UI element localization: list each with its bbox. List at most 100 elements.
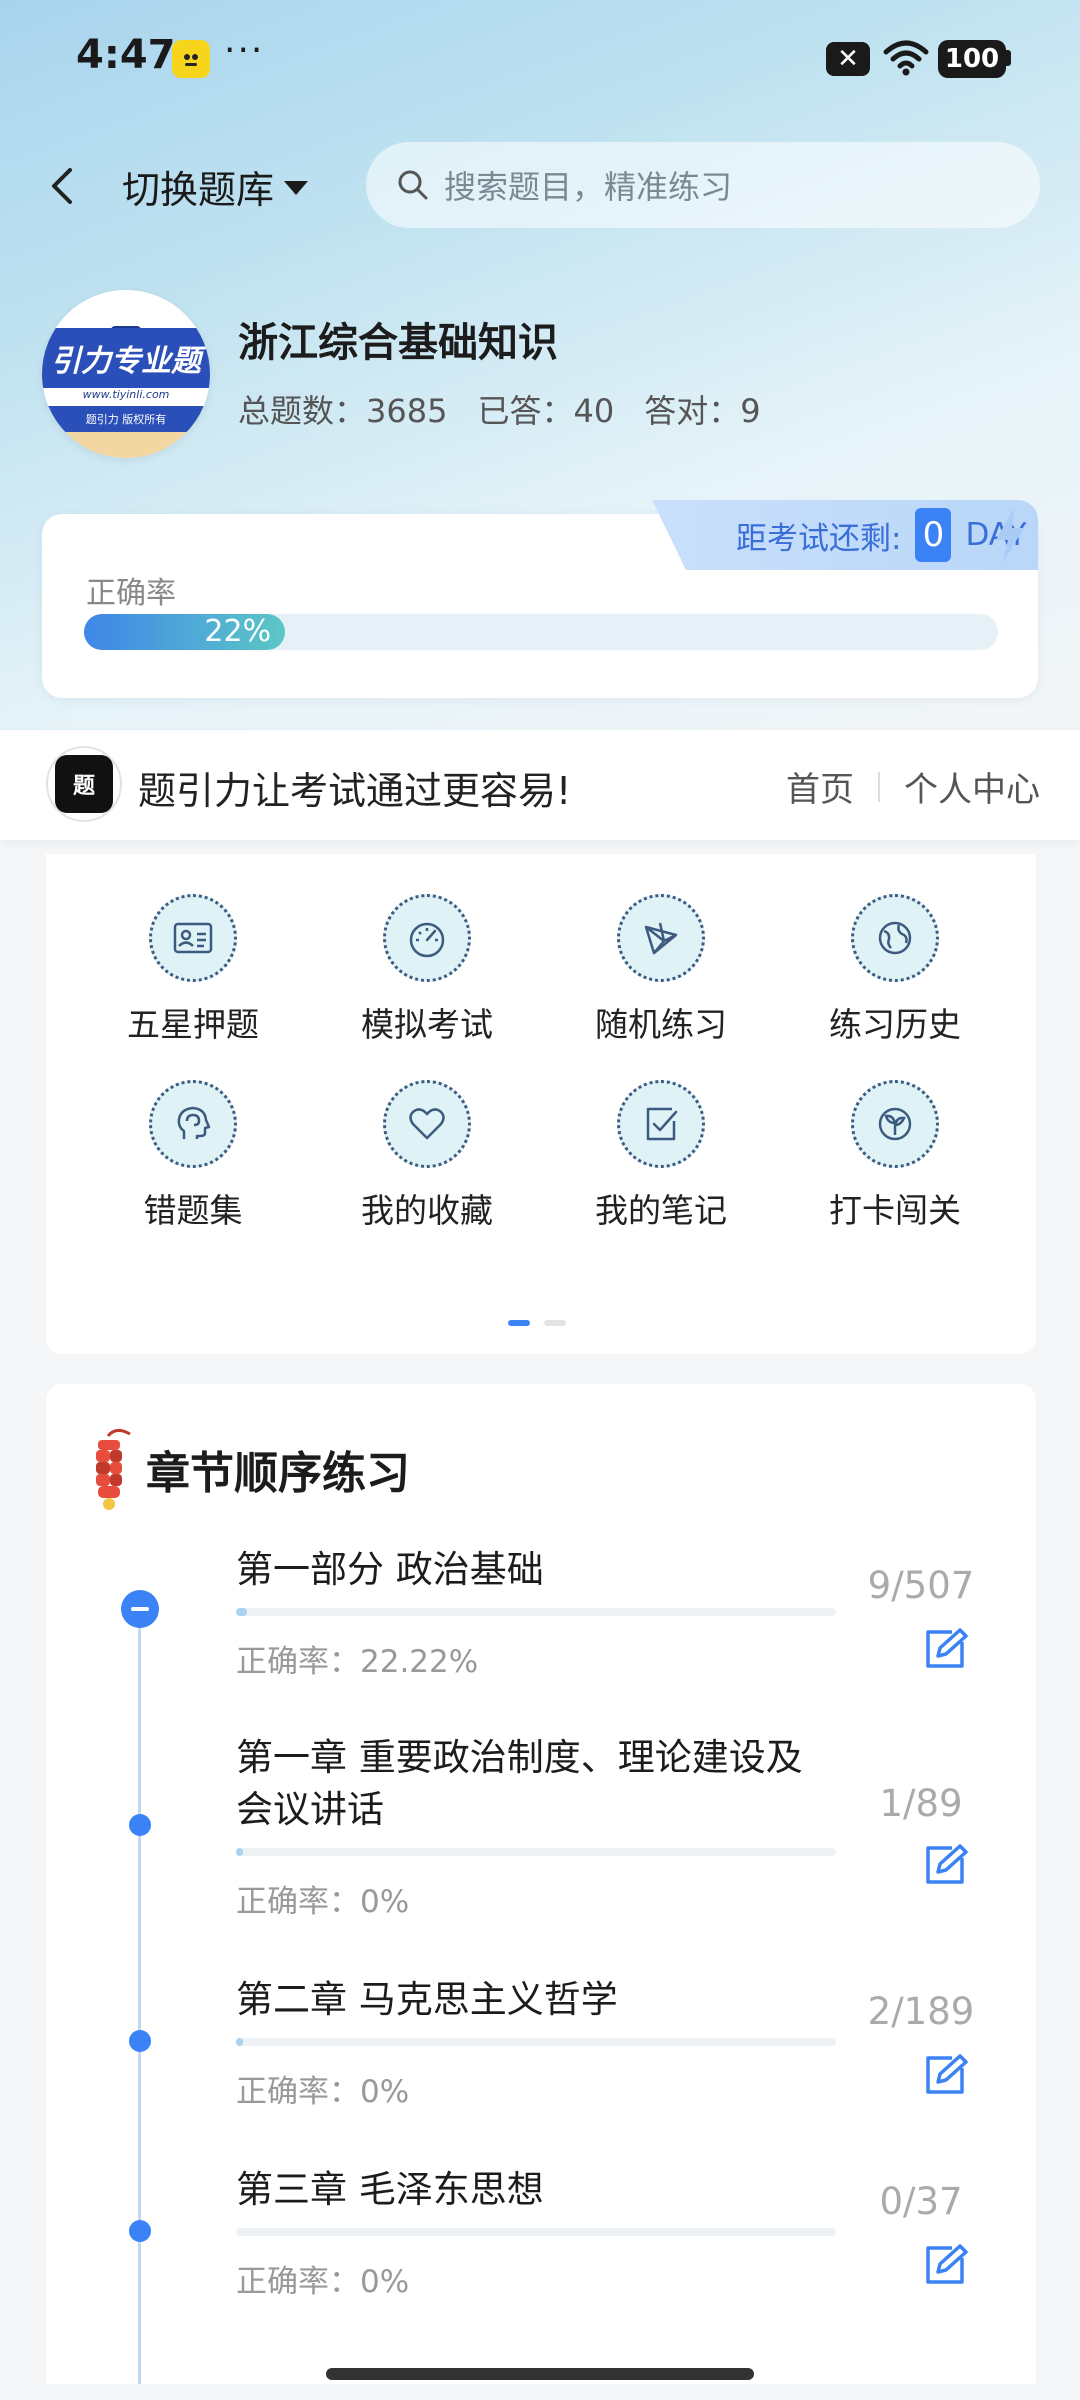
gauge-icon (383, 894, 471, 982)
question-bank-info: ▣ 引力专业题 www.tiyinli.com 题引力 版权所有 浙江综合基础知… (0, 290, 1080, 460)
brand-nav: 首页 个人中心 (786, 762, 1040, 811)
countdown-value: 0 (915, 508, 952, 562)
bank-title: 浙江综合基础知识 (238, 320, 558, 366)
accuracy-card: 距考试还剩: 0 DAY 正确率 22% (42, 500, 1038, 698)
brand-bar: 题 题引力让考试通过更容易! 首页 个人中心 (0, 730, 1080, 840)
brand-logo-icon: 题 (55, 755, 113, 813)
chapter-item[interactable]: 第二章 马克思主义哲学 正确率：0% 2/189 (236, 1974, 1006, 2111)
top-bar: 切换题库 搜索题目，精准练习 (0, 140, 1080, 230)
chapter-name: 第一部分 政治基础 (236, 1548, 544, 1591)
brand-slogan: 题引力让考试通过更容易! (138, 769, 572, 813)
feature-grid: 五星押题 模拟考试 随机练习 练习历史 错题集 我的收藏 我的笔记 打卡闯关 (76, 894, 1012, 1232)
status-time: 4:47 (76, 32, 176, 78)
back-arrow-icon[interactable] (40, 162, 88, 210)
timeline-dot (129, 2030, 151, 2052)
feature-history[interactable]: 练习历史 (778, 894, 1012, 1046)
wifi-icon (882, 38, 930, 82)
timeline-dot (129, 2220, 151, 2242)
edit-icon[interactable] (922, 1842, 968, 1888)
chapter-item[interactable]: 第三章 毛泽东思想 正确率：0% 0/37 (236, 2164, 1006, 2301)
no-sim-icon: ✕ (826, 42, 870, 76)
chapter-accuracy: 正确率：22.22% (236, 1644, 479, 1680)
feature-five-star[interactable]: 五星押题 (76, 894, 310, 1046)
lightning-icon (996, 508, 1024, 564)
chapter-item[interactable]: 第一章 重要政治制度、理论建设及会议讲话 正确率：0% 1/89 (236, 1732, 1006, 1921)
home-indicator[interactable] (326, 2368, 754, 2380)
feature-label: 错题集 (143, 1191, 243, 1230)
feature-label: 练习历史 (829, 1005, 961, 1044)
battery-icon: 100 (938, 40, 1006, 78)
app-notification-icon (172, 40, 210, 78)
chapter-progress-track (236, 1848, 836, 1856)
timeline-dot (129, 1814, 151, 1836)
note-check-icon (617, 1080, 705, 1168)
chapter-count: 1/89 (879, 1782, 963, 1825)
collapse-section-icon[interactable] (121, 1590, 159, 1628)
chapter-count: 2/189 (867, 1990, 975, 2033)
caret-down-icon (284, 181, 309, 195)
chapter-name: 第三章 毛泽东思想 (236, 2168, 544, 2211)
chapter-accuracy: 正确率：0% (236, 2074, 410, 2110)
search-input[interactable]: 搜索题目，精准练习 (366, 142, 1040, 228)
nav-home-link[interactable]: 首页 (786, 762, 854, 811)
search-placeholder: 搜索题目，精准练习 (444, 168, 733, 206)
chapter-accuracy: 正确率：0% (236, 1884, 410, 1920)
edit-icon[interactable] (922, 2242, 968, 2288)
chapter-progress-track (236, 2228, 836, 2236)
chapter-accuracy: 正确率：0% (236, 2264, 410, 2300)
switch-bank-label: 切换题库 (122, 167, 275, 212)
logo-gold-band (42, 432, 210, 458)
chapter-progress-track (236, 2038, 836, 2046)
pager-dot[interactable] (544, 1320, 566, 1326)
accuracy-label: 正确率 (86, 576, 176, 611)
chapter-name: 第二章 马克思主义哲学 (236, 1978, 618, 2021)
chapter-practice-card: 章节顺序练习 第一部分 政治基础 正确率：22.22% 9/507 第一章 重要… (46, 1384, 1036, 2384)
brain-head-icon (149, 1080, 237, 1168)
bank-logo: ▣ 引力专业题 www.tiyinli.com 题引力 版权所有 (42, 290, 210, 458)
heart-icon (383, 1080, 471, 1168)
exam-countdown: 距考试还剩: 0 DAY (652, 500, 1038, 570)
feature-favorites[interactable]: 我的收藏 (310, 1080, 544, 1232)
feature-label: 打卡闯关 (829, 1191, 961, 1230)
logo-url: www.tiyinli.com (42, 388, 210, 406)
countdown-label: 距考试还剩: (736, 520, 902, 557)
chapter-progress-fill (236, 1608, 247, 1616)
accuracy-percent: 22% (204, 614, 272, 649)
battery-nub (1006, 50, 1011, 66)
id-card-icon (149, 894, 237, 982)
chapter-progress-track (236, 1608, 836, 1616)
feature-notes[interactable]: 我的笔记 (544, 1080, 778, 1232)
feature-label: 我的笔记 (595, 1191, 727, 1230)
shuffle-icon (617, 894, 705, 982)
feature-grid-card: 五星押题 模拟考试 随机练习 练习历史 错题集 我的收藏 我的笔记 打卡闯关 (46, 854, 1036, 1354)
timeline-line (138, 1594, 141, 2384)
correct-count: 答对：9 (644, 392, 761, 430)
feature-label: 随机练习 (595, 1005, 727, 1044)
feature-wrong-questions[interactable]: 错题集 (76, 1080, 310, 1232)
nav-profile-link[interactable]: 个人中心 (904, 762, 1040, 811)
feature-label: 模拟考试 (361, 1005, 493, 1044)
more-notifications-icon: ··· (224, 30, 265, 71)
firecracker-icon (96, 1429, 131, 1510)
answered-count: 已答：40 (477, 392, 615, 430)
minus-icon (131, 1607, 149, 1611)
accuracy-progress-track: 22% (84, 614, 998, 650)
chapter-progress-fill (236, 1848, 243, 1856)
logo-footer: 题引力 版权所有 (42, 406, 210, 432)
search-icon (398, 170, 428, 200)
feature-mock-exam[interactable]: 模拟考试 (310, 894, 544, 1046)
edit-icon[interactable] (922, 1626, 968, 1672)
chapter-name: 第一章 重要政治制度、理论建设及会议讲话 (236, 1736, 803, 1831)
switch-bank-button[interactable]: 切换题库 (122, 158, 309, 214)
chapter-title-row: 章节顺序练习 (86, 1426, 410, 1512)
feature-random-practice[interactable]: 随机练习 (544, 894, 778, 1046)
chapter-section-title: 章节顺序练习 (146, 1448, 410, 1499)
edit-icon[interactable] (922, 2052, 968, 2098)
accuracy-progress-fill: 22% (84, 614, 286, 650)
pager-dot-active[interactable] (508, 1320, 530, 1326)
chapter-item[interactable]: 第一部分 政治基础 正确率：22.22% 9/507 (236, 1544, 1006, 1681)
chapter-count: 9/507 (867, 1564, 975, 1607)
brand-logo: 题 (46, 746, 122, 822)
feature-checkin[interactable]: 打卡闯关 (778, 1080, 1012, 1232)
feature-label: 五星押题 (127, 1005, 259, 1044)
